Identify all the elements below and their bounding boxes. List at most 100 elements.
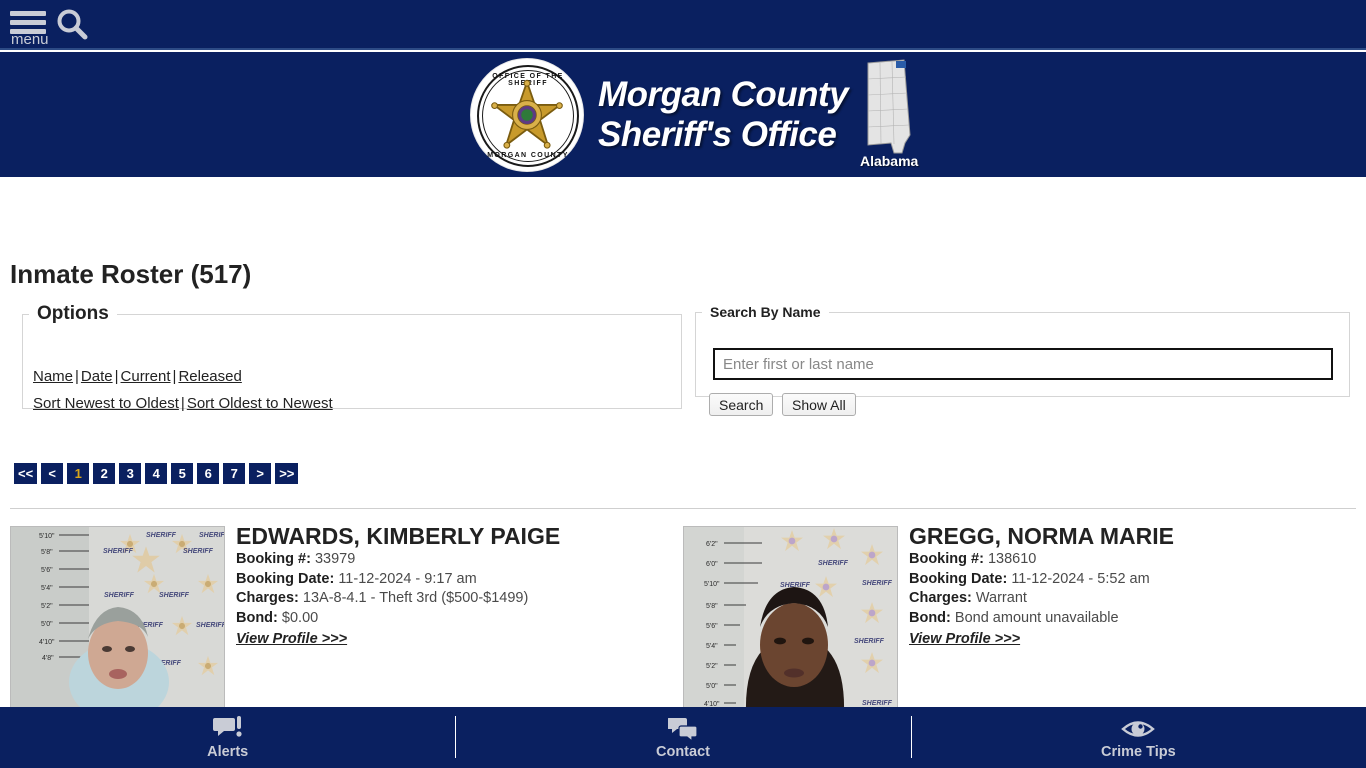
booking-date-value: 11-12-2024 - 9:17 am [338,570,477,587]
bottom-nav-item-alerts[interactable]: Alerts [0,707,455,768]
svg-text:5'8": 5'8" [706,603,718,610]
svg-text:5'4": 5'4" [41,585,53,592]
option-link-current[interactable]: Current [121,368,171,385]
five-point-star-icon [491,79,563,149]
state-label: Alabama [859,153,919,169]
svg-text:5'10": 5'10" [39,533,55,540]
svg-text:SHERIFF: SHERIFF [104,592,135,599]
search-button[interactable]: Search [709,393,774,416]
site-header-band: OFFICE OF THE SHERIFF MORGAN COUNTY Morg… [0,52,1366,177]
booking-date-label: Booking Date: [909,570,1008,587]
options-separator: | [180,395,185,412]
inmate-card: SHERIFF SHERIFF SHERIFF SHERIFF SHERIFF SHE… [8,522,676,712]
bond-label: Bond: [909,609,951,626]
search-icon[interactable] [55,8,89,42]
options-sort-links: Sort Newest to Oldest | Sort Oldest to New… [33,395,333,412]
sheriff-seal-icon: OFFICE OF THE SHERIFF MORGAN COUNTY [470,58,584,172]
page-button-7[interactable]: 7 [223,463,246,484]
inmate-name: EDWARDS, KIMBERLY PAIGE [236,523,561,549]
svg-text:5'10": 5'10" [704,581,720,588]
alert-speech-bubble-icon [212,715,243,741]
site-title-line1: Morgan County [598,75,849,114]
svg-text:5'0": 5'0" [41,621,53,628]
bond-value: $0.00 [281,609,319,626]
option-link-released[interactable]: Released [178,368,241,385]
svg-text:SHERIFF: SHERIFF [854,638,885,645]
page-button-4[interactable]: 4 [145,463,168,484]
site-logo[interactable]: OFFICE OF THE SHERIFF MORGAN COUNTY Morg… [470,57,920,173]
inmate-mugshot[interactable]: SHERIFF SHERIFF SHERIFF SHERIFF SHERIFF SHE… [10,526,225,712]
svg-text:SHERIFF: SHERIFF [862,580,893,587]
svg-text:5'2": 5'2" [41,603,53,610]
inmate-card: SHERIFFSHERIFF SHERIFFSHERIFF SHERIFF [681,522,1349,712]
bottom-nav-label-alerts: Alerts [207,744,249,760]
option-link-sort-newest-to-oldest[interactable]: Sort Newest to Oldest [33,395,179,412]
svg-text:5'8": 5'8" [41,549,53,556]
inmate-mugshot[interactable]: SHERIFFSHERIFF SHERIFFSHERIFF SHERIFF [683,526,898,712]
svg-text:5'0": 5'0" [706,683,718,690]
page-button-3[interactable]: 3 [119,463,142,484]
bond-label: Bond: [236,609,278,626]
bottom-nav-label-crime-tips: Crime Tips [1100,744,1176,760]
view-profile-link[interactable]: View Profile >>> [236,629,347,649]
chat-bubbles-icon [667,715,698,741]
show-all-button[interactable]: Show All [782,393,856,416]
svg-text:5'4": 5'4" [706,643,718,650]
alabama-state-graphic: Alabama [858,57,920,173]
booking-number-label: Booking #: [236,551,311,567]
svg-text:SHERIFF: SHERIFF [159,592,190,599]
page-button-5[interactable]: 5 [171,463,194,484]
svg-text:SHERIFF: SHERIFF [199,532,225,539]
page-button-1[interactable]: 1 [67,463,90,484]
svg-text:SHERIFF: SHERIFF [103,548,134,555]
svg-text:5'6": 5'6" [41,567,53,574]
seal-bottom-text: MORGAN COUNTY [487,152,569,159]
svg-text:SHERIFF: SHERIFF [862,700,893,707]
options-separator: | [114,368,119,385]
inmate-details: GREGG, NORMA MARIE Booking #: 138610 Boo… [909,522,1345,649]
bond-value: Bond amount unavailable [954,609,1119,626]
charges-label: Charges: [236,590,299,606]
bottom-nav-item-crime-tips[interactable]: Crime Tips [910,707,1366,768]
charges-value: 13A-8-4.1 - Theft 3rd ($500-$1499) [302,590,529,606]
inmate-booking-number-row: Booking #: 33979 [236,550,672,570]
page-first-button[interactable]: << [14,463,38,484]
bottom-nav-label-contact: Contact [656,744,710,760]
page-prev-button[interactable]: < [41,463,64,484]
option-link-date[interactable]: Date [81,368,113,385]
section-divider [10,508,1356,509]
page-next-button[interactable]: > [249,463,272,484]
booking-number-value: 33979 [314,551,356,567]
charges-label: Charges: [909,590,972,606]
svg-text:4'8": 4'8" [42,655,54,662]
search-input[interactable] [713,348,1333,380]
page-button-2[interactable]: 2 [93,463,116,484]
svg-text:6'2": 6'2" [706,541,718,548]
bottom-nav-item-contact[interactable]: Contact [455,707,910,768]
site-title: Morgan County Sheriff's Office [598,75,849,155]
svg-text:4'10": 4'10" [39,639,55,646]
view-profile-link[interactable]: View Profile >>> [909,629,1020,649]
page-button-6[interactable]: 6 [197,463,220,484]
option-link-sort-oldest-to-newest[interactable]: Sort Oldest to Newest [187,395,333,412]
top-utility-bar: menu [0,0,1366,50]
main-content: Inmate Roster (517) Options Name | Date | Cu… [0,177,1366,712]
options-legend: Options [37,303,109,324]
svg-text:6'0": 6'0" [706,561,718,568]
svg-text:5'6": 5'6" [706,623,718,630]
svg-text:SHERIFF: SHERIFF [196,622,225,629]
charges-value: Warrant [975,590,1027,606]
page-last-button[interactable]: >> [275,463,299,484]
hamburger-menu-button[interactable]: menu [8,5,50,48]
pagination: << < 1 2 3 4 5 6 7 > >> [14,463,299,484]
options-separator: | [75,368,79,385]
inmate-booking-date-row: Booking Date: 11-12-2024 - 9:17 am [236,570,672,590]
bottom-navigation: Alerts Contact Crime Tips [0,707,1366,768]
svg-text:SHERIFF: SHERIFF [183,548,214,555]
inmate-bond-row: Bond: $0.00 [236,609,672,629]
inmate-charges-row: Charges: Warrant [909,589,1345,609]
svg-text:SHERIFF: SHERIFF [146,532,177,539]
site-title-line2: Sheriff's Office [598,115,837,154]
option-link-name[interactable]: Name [33,368,73,385]
booking-date-label: Booking Date: [236,570,335,587]
